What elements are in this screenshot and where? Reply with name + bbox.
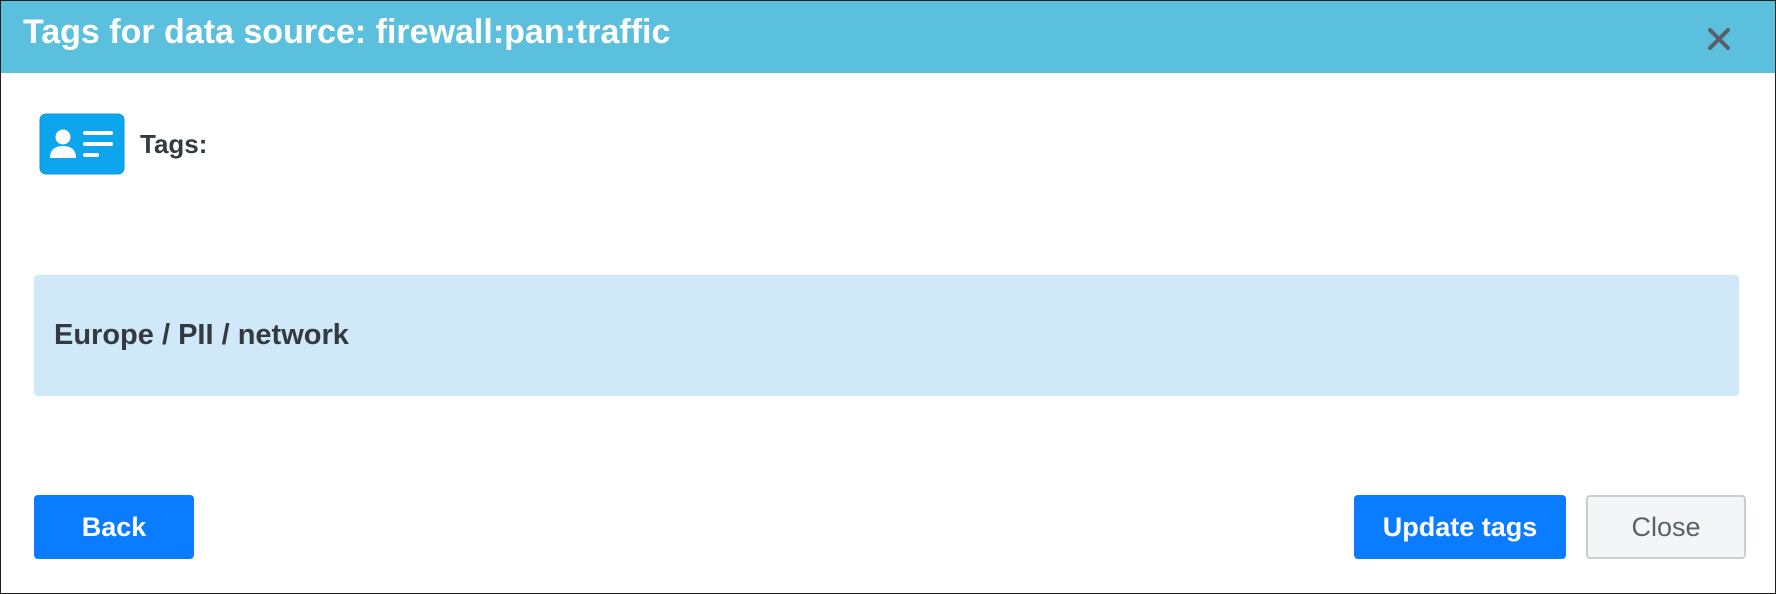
tag-value-box: Europe / PII / network bbox=[34, 275, 1739, 396]
dialog-header: Tags for data source: firewall:pan:traff… bbox=[1, 1, 1775, 73]
tags-label: Tags: bbox=[140, 129, 208, 159]
close-button[interactable]: Close bbox=[1586, 495, 1746, 559]
dialog-title: Tags for data source: firewall:pan:traff… bbox=[23, 13, 671, 51]
tag-value: Europe / PII / network bbox=[54, 319, 349, 351]
update-tags-button[interactable]: Update tags bbox=[1354, 495, 1566, 559]
contact-card-icon bbox=[39, 113, 125, 175]
tags-dialog: Tags for data source: firewall:pan:traff… bbox=[0, 0, 1776, 594]
close-x-icon[interactable] bbox=[1701, 21, 1737, 57]
back-button[interactable]: Back bbox=[34, 495, 194, 559]
